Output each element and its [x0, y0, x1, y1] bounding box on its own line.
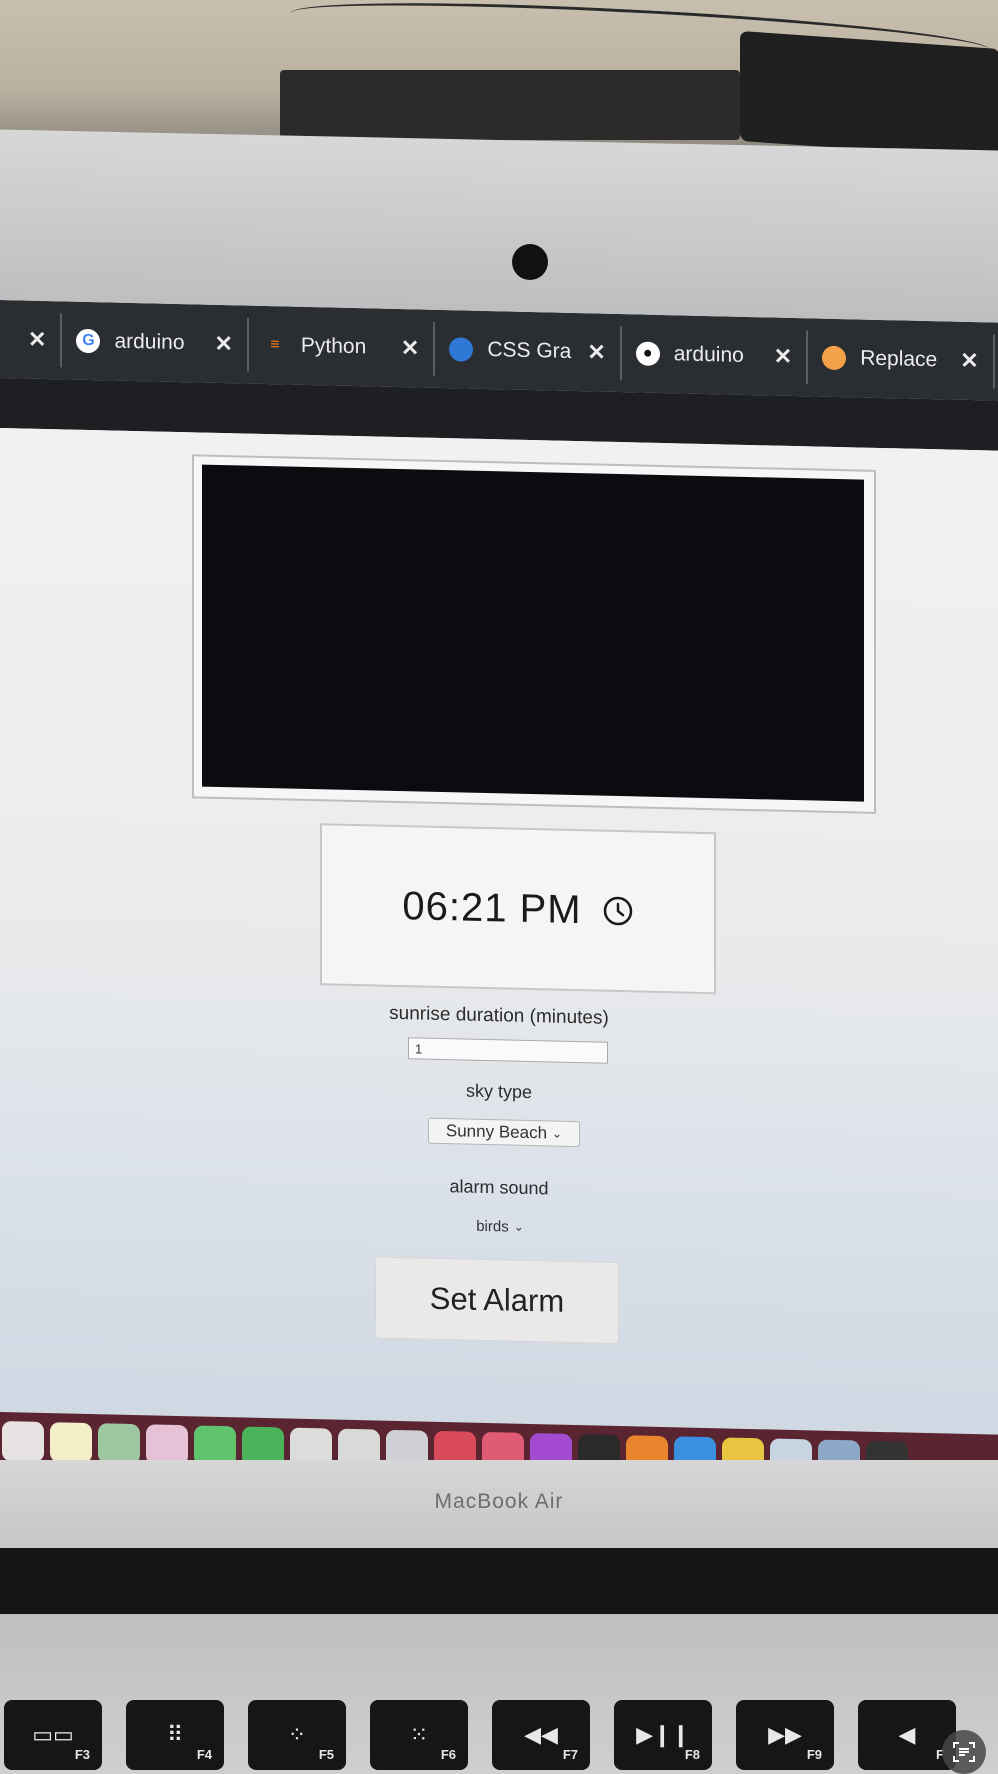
- alarm-sound-label: alarm sound: [449, 1176, 549, 1199]
- launchpad-key[interactable]: ⠿ F4: [126, 1700, 224, 1770]
- keyboard-light-down-icon: ⁘: [287, 1722, 307, 1747]
- stackoverflow-icon: ≡: [270, 336, 280, 354]
- tab-python[interactable]: ≡ Python ✕: [248, 317, 436, 376]
- scan-icon: [953, 1742, 975, 1762]
- alarm-sound-select[interactable]: birds ⌄: [462, 1214, 538, 1238]
- laptop-screen: ✕ G arduino ✕ ≡ Python ✕ CSS Gra ✕ ● ard…: [0, 300, 998, 1493]
- close-icon[interactable]: ✕: [960, 348, 978, 374]
- tab-label: Python: [300, 333, 367, 359]
- function-key-row: ▭▭ F3 ⠿ F4 ⁘ F5 ⁙ F6 ◀◀ F7 ▶❙❙ F8 ▶▶ F9 ◀ F: [0, 1700, 998, 1774]
- sky-type-value: Sunny Beach: [445, 1121, 548, 1143]
- calendar-icon[interactable]: [2, 1421, 44, 1462]
- chevron-down-icon: ⌄: [513, 1219, 524, 1234]
- duration-label: sunrise duration (minutes): [389, 1002, 609, 1029]
- notes-icon[interactable]: [50, 1422, 92, 1464]
- tab-label: arduino: [114, 329, 185, 355]
- brand-label: MacBook Air: [434, 1490, 564, 1513]
- laptop-hinge: [0, 1548, 998, 1614]
- set-alarm-button[interactable]: Set Alarm: [375, 1256, 619, 1345]
- chevron-down-icon: ⌄: [552, 1126, 563, 1141]
- time-input[interactable]: 06:21 PM: [320, 823, 716, 995]
- github-icon: ●: [635, 341, 660, 366]
- close-icon[interactable]: ✕: [587, 339, 605, 365]
- alarm-page: 06:21 PM sunrise duration (minutes) sky …: [0, 428, 998, 1451]
- speaker-icon: ◀: [898, 1722, 916, 1747]
- tab-replace[interactable]: Replace ✕: [808, 330, 995, 389]
- tab-css-grid[interactable]: CSS Gra ✕: [435, 321, 622, 381]
- speaker: [740, 30, 998, 160]
- close-icon[interactable]: ✕: [774, 344, 792, 370]
- orange-dot-icon: [822, 345, 847, 371]
- tab-partial[interactable]: ✕: [0, 312, 63, 368]
- fast-forward-key[interactable]: ▶▶ F9: [736, 1700, 834, 1770]
- duration-field[interactable]: [408, 1037, 608, 1064]
- sky-preview-frame: [192, 454, 876, 814]
- close-icon[interactable]: ✕: [28, 327, 46, 353]
- play-pause-key[interactable]: ▶❙❙ F8: [614, 1700, 712, 1770]
- tab-label: arduino: [673, 342, 744, 367]
- play-pause-icon: ▶❙❙: [636, 1722, 690, 1747]
- maps-icon[interactable]: [98, 1423, 140, 1465]
- google-icon: G: [76, 328, 101, 354]
- launchpad-icon: ⠿: [166, 1722, 184, 1747]
- sky-type-select[interactable]: Sunny Beach ⌄: [428, 1117, 580, 1148]
- mission-control-icon: ▭▭: [32, 1722, 74, 1747]
- keyboard-light-down-key[interactable]: ⁘ F5: [248, 1700, 346, 1770]
- tab-label: Replace: [860, 346, 938, 372]
- tab-label: CSS Gra: [487, 338, 572, 363]
- keyboard-light-up-icon: ⁙: [409, 1722, 429, 1747]
- mission-control-key[interactable]: ▭▭ F3: [4, 1700, 102, 1770]
- live-text-scan-icon[interactable]: [942, 1730, 986, 1774]
- tab-arduino-google[interactable]: G arduino ✕: [62, 313, 249, 372]
- mute-key[interactable]: ◀ F: [858, 1700, 956, 1770]
- rewind-icon: ◀◀: [524, 1722, 558, 1747]
- background-room: [0, 0, 998, 160]
- webcam: [512, 244, 548, 280]
- keyboard-light-up-key[interactable]: ⁙ F6: [370, 1700, 468, 1770]
- laptop-lid-top: [0, 129, 998, 331]
- close-icon[interactable]: ✕: [214, 331, 232, 357]
- desk-object: [280, 70, 740, 140]
- sky-preview: [202, 464, 864, 802]
- tab-github-partial[interactable]: ●: [995, 335, 998, 390]
- clock-icon[interactable]: [602, 895, 634, 928]
- fast-forward-icon: ▶▶: [768, 1722, 802, 1747]
- close-icon[interactable]: ✕: [401, 335, 419, 361]
- alarm-time[interactable]: 06:21 PM: [402, 884, 581, 933]
- sky-type-label: sky type: [465, 1080, 533, 1103]
- alarm-sound-value: birds: [476, 1217, 509, 1236]
- css-icon: [449, 337, 474, 362]
- tab-arduino-github[interactable]: ● arduino ✕: [621, 326, 809, 385]
- rewind-key[interactable]: ◀◀ F7: [492, 1700, 590, 1770]
